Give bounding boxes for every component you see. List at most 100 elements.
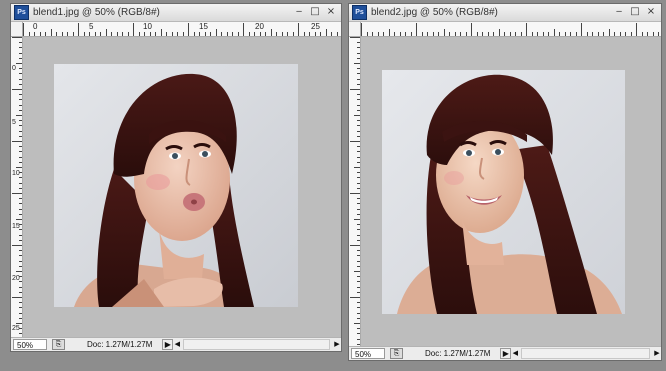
horizontal-ruler[interactable]: 0 5 10 15 20 25 <box>23 22 341 37</box>
close-button[interactable]: × <box>324 5 338 18</box>
ruler-tick <box>542 32 544 36</box>
ruler-tick <box>357 187 360 189</box>
ruler-tick <box>204 32 206 36</box>
ruler-tick <box>16 271 22 272</box>
ruler-tick <box>19 328 22 330</box>
ruler-tick <box>19 146 22 148</box>
ruler-tick <box>292 32 294 36</box>
ruler-tick <box>309 32 310 36</box>
minimize-button[interactable]: ‒ <box>612 5 626 18</box>
ruler-tick <box>476 32 478 36</box>
horizontal-scrollbar[interactable] <box>521 348 650 359</box>
ruler-tick <box>19 239 22 241</box>
maximize-button[interactable]: □ <box>628 5 642 18</box>
ruler-tick <box>19 83 22 85</box>
ruler-tick <box>166 32 167 36</box>
ruler-tick <box>438 32 439 36</box>
scroll-left-icon[interactable]: ◀ <box>173 340 181 349</box>
ruler-tick <box>357 47 360 49</box>
canvas-area[interactable] <box>23 37 341 339</box>
ruler-tick <box>149 32 151 36</box>
canvas-area[interactable] <box>361 37 661 348</box>
ruler-tick <box>133 23 134 36</box>
minimize-button[interactable]: ‒ <box>292 5 306 18</box>
document-window-blend2[interactable]: Ps blend2.jpg @ 50% (RGB/8#) ‒ □ × 50% ⎘… <box>348 3 662 361</box>
ruler-tick <box>564 32 566 36</box>
ruler-tick <box>34 32 35 36</box>
ruler-tick <box>416 23 417 36</box>
scroll-right-icon[interactable]: ▶ <box>333 340 341 349</box>
photo-blend2[interactable] <box>382 70 625 314</box>
ruler-tick <box>357 312 360 314</box>
ruler-tick <box>243 23 244 36</box>
maximize-button[interactable]: □ <box>308 5 322 18</box>
status-menu-arrow-icon[interactable]: ▶ <box>162 339 174 350</box>
ruler-tick <box>465 32 467 36</box>
doc-size-info: Doc: 1.27M/1.27M <box>87 340 153 349</box>
ruler-tick <box>354 271 360 272</box>
ruler-tick <box>259 32 261 36</box>
ruler-tick <box>138 32 140 36</box>
ruler-tick <box>12 89 22 90</box>
horizontal-scrollbar[interactable] <box>183 339 330 350</box>
ruler-tick <box>630 32 632 36</box>
ruler-tick <box>357 203 360 205</box>
ruler-tick <box>16 115 22 116</box>
ruler-tick <box>19 250 22 252</box>
status-menu-arrow-icon[interactable]: ▶ <box>500 348 512 359</box>
ruler-tick <box>357 333 360 335</box>
ruler-origin[interactable] <box>11 22 23 37</box>
scroll-left-icon[interactable]: ◀ <box>511 349 519 358</box>
ruler-tick <box>39 32 41 36</box>
scroll-right-icon[interactable]: ▶ <box>653 349 661 358</box>
ruler-tick <box>357 94 360 96</box>
ruler-tick <box>366 32 368 36</box>
vertical-ruler[interactable] <box>349 37 361 348</box>
ruler-tick <box>581 23 582 36</box>
ruler-tick <box>357 109 360 111</box>
zoom-field[interactable]: 50% <box>351 348 385 359</box>
ruler-label: 5 <box>12 119 16 126</box>
ruler-tick <box>19 52 22 54</box>
close-button[interactable]: × <box>644 5 658 18</box>
ruler-tick <box>350 245 360 246</box>
vertical-ruler[interactable]: 0 5 10 15 20 25 <box>11 37 23 339</box>
ruler-tick <box>354 63 360 64</box>
title-bar[interactable]: Ps blend2.jpg @ 50% (RGB/8#) ‒ □ × <box>349 4 661 22</box>
zoom-field[interactable]: 50% <box>13 339 47 350</box>
ruler-tick <box>116 32 118 36</box>
page-icon[interactable]: ⎘ <box>52 339 65 350</box>
ruler-label: 25 <box>311 22 320 31</box>
page-icon[interactable]: ⎘ <box>390 348 403 359</box>
document-window-blend1[interactable]: Ps blend1.jpg @ 50% (RGB/8#) ‒ □ × 0 5 1… <box>10 3 342 352</box>
status-bar: 50% ⎘ Doc: 1.27M/1.27M ▶ ◀ ▶ <box>11 337 341 351</box>
title-bar[interactable]: Ps blend1.jpg @ 50% (RGB/8#) ‒ □ × <box>11 4 341 22</box>
ruler-tick <box>357 104 360 106</box>
ruler-tick <box>188 23 189 36</box>
ruler-tick <box>19 47 22 49</box>
ruler-tick <box>399 32 401 36</box>
ruler-tick <box>357 239 360 241</box>
ruler-tick <box>586 32 588 36</box>
ruler-label: 0 <box>12 65 16 72</box>
ruler-tick <box>19 187 22 189</box>
ruler-origin[interactable] <box>349 22 361 37</box>
photo-blend1[interactable] <box>54 64 298 307</box>
ruler-tick <box>19 42 22 44</box>
ruler-tick <box>19 255 22 257</box>
ruler-tick <box>526 23 527 36</box>
ruler-tick <box>357 286 360 288</box>
portrait-image <box>382 70 625 314</box>
ruler-tick <box>182 32 184 36</box>
ruler-tick <box>45 32 46 36</box>
ruler-tick <box>357 213 360 215</box>
ruler-tick <box>19 265 22 267</box>
ruler-tick <box>276 32 277 36</box>
ruler-tick <box>357 265 360 267</box>
ruler-label: 15 <box>12 223 20 230</box>
ruler-tick <box>19 224 22 226</box>
horizontal-ruler[interactable] <box>361 22 661 37</box>
ruler-tick <box>12 37 22 38</box>
portrait-image <box>54 64 298 307</box>
ruler-label: 0 <box>33 22 38 31</box>
